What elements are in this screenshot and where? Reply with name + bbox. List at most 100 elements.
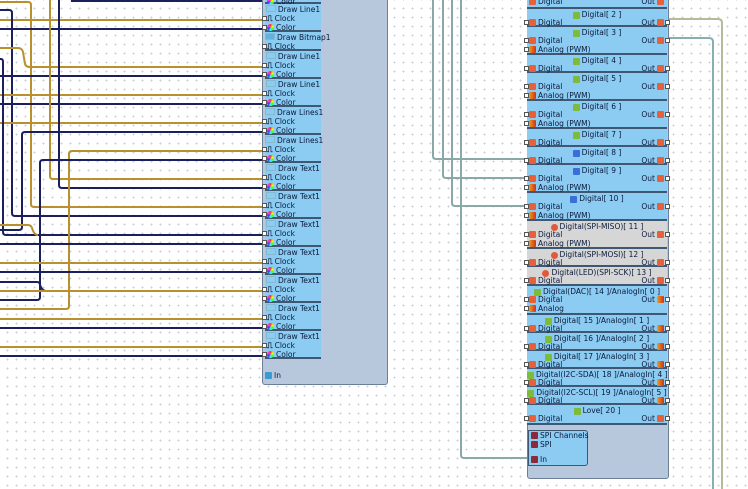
pin-clock[interactable]: ⎍ Clock	[262, 14, 295, 23]
digital-pin-block[interactable]: Digital[ 8 ] Digital Out	[524, 147, 670, 165]
digital-pin-block[interactable]: Love[ 20 ] Digital Out	[524, 405, 670, 425]
out-pin[interactable]: Out	[641, 360, 670, 369]
digital-pin-block[interactable]: Digital(LED)(SPI-SCK)[ 13 ] Digital Out	[524, 267, 670, 286]
input-pin-connector[interactable]	[262, 119, 267, 124]
in-pin[interactable]: In	[265, 371, 281, 380]
input-pin-connector[interactable]	[262, 100, 267, 105]
digital-pin-block[interactable]: Digital[ 4 ] Digital Out	[524, 55, 670, 73]
output-pin-connector[interactable]	[665, 416, 670, 421]
out-pin[interactable]: Out	[641, 414, 670, 423]
pin-digital[interactable]: Digital	[524, 360, 562, 369]
digital-pin-block[interactable]: Digital[ 2 ] Digital Out	[524, 9, 670, 27]
output-pin-connector[interactable]	[665, 297, 670, 302]
draw-element-block[interactable]: Draw Text1 ⎍ Clock Color	[262, 275, 321, 303]
pin-color[interactable]: Color	[262, 266, 296, 275]
digital-pin-block[interactable]: Digital[ 3 ] Digital Analog (PWM) Out	[524, 27, 670, 55]
output-pin-connector[interactable]	[665, 38, 670, 43]
input-pin-connector[interactable]	[262, 212, 267, 217]
clock-wire[interactable]	[49, 0, 265, 180]
input-pin-connector[interactable]	[262, 16, 267, 21]
input-pin-connector[interactable]	[262, 343, 267, 348]
pin-analog[interactable]: Analog (PWM)	[524, 45, 591, 54]
input-pin-connector[interactable]	[262, 72, 267, 77]
digital-pin-partial[interactable]: Digital Out	[527, 0, 667, 9]
input-pin-connector[interactable]	[262, 315, 267, 320]
out-pin[interactable]: Out	[641, 342, 670, 351]
pin-clock[interactable]: ⎍ Clock	[262, 61, 295, 70]
input-pin-connector[interactable]	[524, 398, 529, 403]
out-pin[interactable]: Out	[641, 156, 670, 165]
pin-clock[interactable]: ⎍ Clock	[262, 89, 295, 98]
input-pin-connector[interactable]	[262, 175, 267, 180]
pin-analog[interactable]: Analog	[524, 304, 564, 313]
input-pin-connector[interactable]	[524, 66, 529, 71]
pin-digital[interactable]: Digital	[524, 342, 562, 351]
draw-element-block[interactable]: Draw Text1 ⎍ Clock Color	[262, 191, 321, 219]
pin-analog[interactable]: Analog (PWM)	[524, 239, 591, 248]
pin-color[interactable]: Color	[262, 154, 296, 163]
pin-color[interactable]: Color	[262, 182, 296, 191]
out-pin[interactable]: Out	[641, 324, 670, 333]
draw-element-block[interactable]: Draw Lines1 ⎍ Clock Color	[262, 107, 323, 135]
draw-element-block[interactable]: Draw Line1 ⎍ Clock Color	[262, 4, 321, 32]
pin-digital[interactable]: Digital	[529, 0, 562, 6]
input-pin-connector[interactable]	[524, 112, 529, 117]
output-pin-connector[interactable]	[665, 398, 670, 403]
input-pin-connector[interactable]	[524, 297, 529, 302]
output-pin-connector[interactable]	[665, 204, 670, 209]
pin-digital[interactable]: Digital	[524, 82, 562, 91]
digital-pin-block[interactable]: Digital[ 17 ]/AnalogIn[ 3 ] Digital Out	[524, 351, 670, 369]
draw-element-block[interactable]: Draw Text1 ⎍ Clock Color	[262, 219, 321, 247]
out-pin[interactable]: Out	[641, 276, 670, 285]
pin-clock[interactable]: ⎍ Clock	[262, 285, 295, 294]
input-pin-connector[interactable]	[262, 287, 267, 292]
draw-element-block[interactable]: Draw Line1 ⎍ Clock Color	[262, 51, 321, 79]
pin-analog[interactable]: Analog (PWM)	[524, 119, 591, 128]
draw-element-block[interactable]: Draw Bitmap1 ⎍ Clock	[262, 32, 331, 51]
output-pin-connector[interactable]	[665, 66, 670, 71]
out-pin[interactable]: Out	[641, 174, 670, 183]
output-pin-connector[interactable]	[665, 84, 670, 89]
out-wire[interactable]	[667, 37, 714, 489]
color-wire[interactable]	[71, 0, 265, 2]
digital-pin-block[interactable]: Digital[ 15 ]/AnalogIn[ 1 ] Digital Out	[524, 315, 670, 333]
pin-digital[interactable]: Digital	[524, 64, 562, 73]
input-pin-connector[interactable]	[524, 344, 529, 349]
out-pin[interactable]: Out	[641, 230, 670, 239]
input-pin-connector[interactable]	[524, 47, 529, 52]
input-pin-connector[interactable]	[524, 278, 529, 283]
spi-channels-block[interactable]: SPI Channels SPI In	[528, 430, 589, 466]
out-pin[interactable]: Out	[641, 0, 664, 6]
out-pin[interactable]: Out	[641, 258, 670, 267]
out-pin[interactable]: Out	[641, 295, 670, 304]
pin-analog[interactable]: Analog (PWM)	[524, 183, 591, 192]
pin-digital[interactable]: Digital	[524, 295, 562, 304]
pin-digital[interactable]: Digital	[524, 324, 562, 333]
input-pin-connector[interactable]	[524, 93, 529, 98]
pin-clock[interactable]: ⎍ Clock	[262, 201, 295, 210]
input-pin-connector[interactable]	[262, 184, 267, 189]
input-pin-connector[interactable]	[262, 203, 267, 208]
input-pin-connector[interactable]	[524, 416, 529, 421]
digital-wire[interactable]	[451, 0, 527, 207]
input-pin-connector[interactable]	[524, 306, 529, 311]
input-pin-connector[interactable]	[262, 324, 267, 329]
digital-pin-block[interactable]: Digital(DAC)[ 14 ]/AnalogIn[ 0 ] Digital A…	[524, 286, 670, 315]
input-pin-connector[interactable]	[524, 121, 529, 126]
draw-element-block[interactable]: Draw Text1 ⎍ Clock Color	[262, 303, 321, 331]
input-pin-connector[interactable]	[262, 240, 267, 245]
pin-color[interactable]: Color	[262, 210, 296, 219]
input-pin-connector[interactable]	[262, 147, 267, 152]
output-pin-connector[interactable]	[665, 380, 670, 385]
input-pin-connector[interactable]	[262, 156, 267, 161]
input-pin-connector[interactable]	[262, 259, 267, 264]
pin-color[interactable]: Color	[262, 70, 296, 79]
out-pin[interactable]: Out	[641, 202, 670, 211]
pin-digital[interactable]: Digital	[524, 36, 562, 45]
output-pin-connector[interactable]	[665, 362, 670, 367]
out-pin[interactable]: Out	[641, 82, 670, 91]
digital-pin-block[interactable]: Digital[ 5 ] Digital Analog (PWM) Out	[524, 73, 670, 101]
input-pin-connector[interactable]	[262, 91, 267, 96]
draw-element-block[interactable]: Draw Text1 ⎍ Clock Color	[262, 247, 321, 275]
output-pin-connector[interactable]	[665, 112, 670, 117]
